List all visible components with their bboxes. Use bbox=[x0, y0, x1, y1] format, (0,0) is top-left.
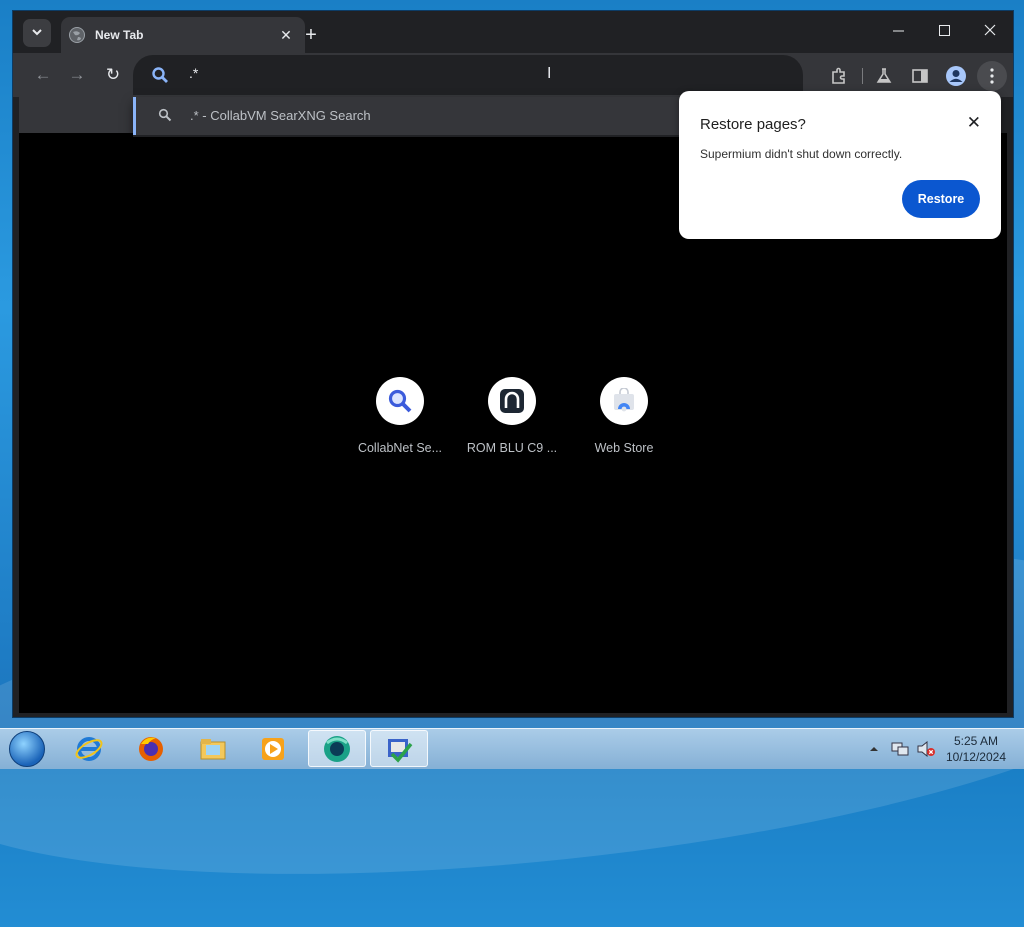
tab-title: New Tab bbox=[95, 28, 144, 42]
media-player-icon[interactable] bbox=[244, 730, 302, 767]
toolbar-extension bbox=[19, 97, 134, 133]
file-explorer-icon[interactable] bbox=[184, 730, 242, 767]
restore-pages-dialog: Restore pages? ✕ Supermium didn't shut d… bbox=[679, 91, 1001, 239]
new-tab-button[interactable]: + bbox=[299, 23, 323, 47]
shortcut-label: Web Store bbox=[594, 441, 654, 455]
reload-button[interactable]: ↻ bbox=[101, 64, 125, 86]
tab-search-button[interactable] bbox=[23, 19, 51, 47]
rom-icon bbox=[488, 377, 536, 425]
tab-strip: New Tab ✕ + bbox=[13, 11, 1013, 53]
suggestion-text: .* - CollabVM SearXNG Search bbox=[190, 108, 371, 123]
taskbar: 5:25 AM 10/12/2024 bbox=[0, 728, 1024, 769]
shortcut-web-store[interactable]: Web Store bbox=[576, 377, 672, 455]
toolbar-actions bbox=[818, 61, 1007, 91]
address-input[interactable]: .* bbox=[189, 65, 198, 81]
supermium-taskbar-icon[interactable] bbox=[308, 730, 366, 767]
suggestion-row[interactable]: .* - CollabVM SearXNG Search bbox=[133, 97, 693, 135]
minimize-button[interactable] bbox=[875, 11, 921, 49]
menu-icon[interactable] bbox=[977, 61, 1007, 91]
profile-icon[interactable] bbox=[941, 62, 971, 90]
shortcut-collabnet[interactable]: CollabNet Se... bbox=[352, 377, 448, 455]
windows-logo-icon bbox=[9, 731, 45, 767]
omnibox-dropdown: .* - CollabVM SearXNG Search bbox=[133, 97, 693, 137]
globe-icon bbox=[69, 27, 85, 43]
back-button[interactable]: ← bbox=[31, 64, 55, 86]
address-bar[interactable]: .* I bbox=[133, 55, 803, 95]
shortcut-label: ROM BLU C9 ... bbox=[466, 441, 558, 455]
search-icon bbox=[158, 108, 172, 127]
clock-date: 10/12/2024 bbox=[945, 750, 1006, 764]
maximize-button[interactable] bbox=[921, 11, 967, 49]
chevron-down-icon bbox=[31, 26, 43, 41]
dialog-message: Supermium didn't shut down correctly. bbox=[700, 147, 903, 161]
shortcut-label: CollabNet Se... bbox=[357, 441, 443, 455]
system-clock[interactable]: 5:25 AM 10/12/2024 bbox=[946, 733, 1006, 765]
text-cursor-icon: I bbox=[547, 65, 552, 82]
extensions-icon[interactable] bbox=[824, 62, 854, 90]
search-icon bbox=[376, 377, 424, 425]
installer-icon[interactable] bbox=[370, 730, 428, 767]
shortcut-rom-blu[interactable]: ROM BLU C9 ... bbox=[464, 377, 560, 455]
restore-button[interactable]: Restore bbox=[902, 180, 980, 218]
internet-explorer-icon[interactable] bbox=[60, 730, 118, 767]
system-tray: 5:25 AM 10/12/2024 bbox=[858, 729, 1024, 769]
clock-time: 5:25 AM bbox=[953, 734, 998, 748]
web-store-icon bbox=[600, 377, 648, 425]
firefox-icon[interactable] bbox=[122, 730, 180, 767]
tab-new-tab[interactable]: New Tab ✕ bbox=[61, 17, 305, 53]
close-window-button[interactable] bbox=[967, 11, 1013, 49]
chevron-up-icon[interactable] bbox=[864, 739, 884, 759]
toolbar-separator bbox=[862, 68, 863, 84]
forward-button[interactable]: → bbox=[65, 64, 89, 86]
volume-muted-icon[interactable] bbox=[916, 739, 936, 759]
start-button[interactable] bbox=[6, 731, 48, 767]
side-panel-icon[interactable] bbox=[905, 62, 935, 90]
network-icon[interactable] bbox=[890, 739, 910, 759]
labs-icon[interactable] bbox=[869, 62, 899, 90]
search-icon bbox=[151, 66, 169, 84]
dialog-title: Restore pages? bbox=[700, 116, 806, 133]
tab-close-icon[interactable]: ✕ bbox=[277, 27, 295, 44]
close-icon[interactable]: ✕ bbox=[967, 113, 981, 133]
window-controls bbox=[875, 11, 1013, 49]
